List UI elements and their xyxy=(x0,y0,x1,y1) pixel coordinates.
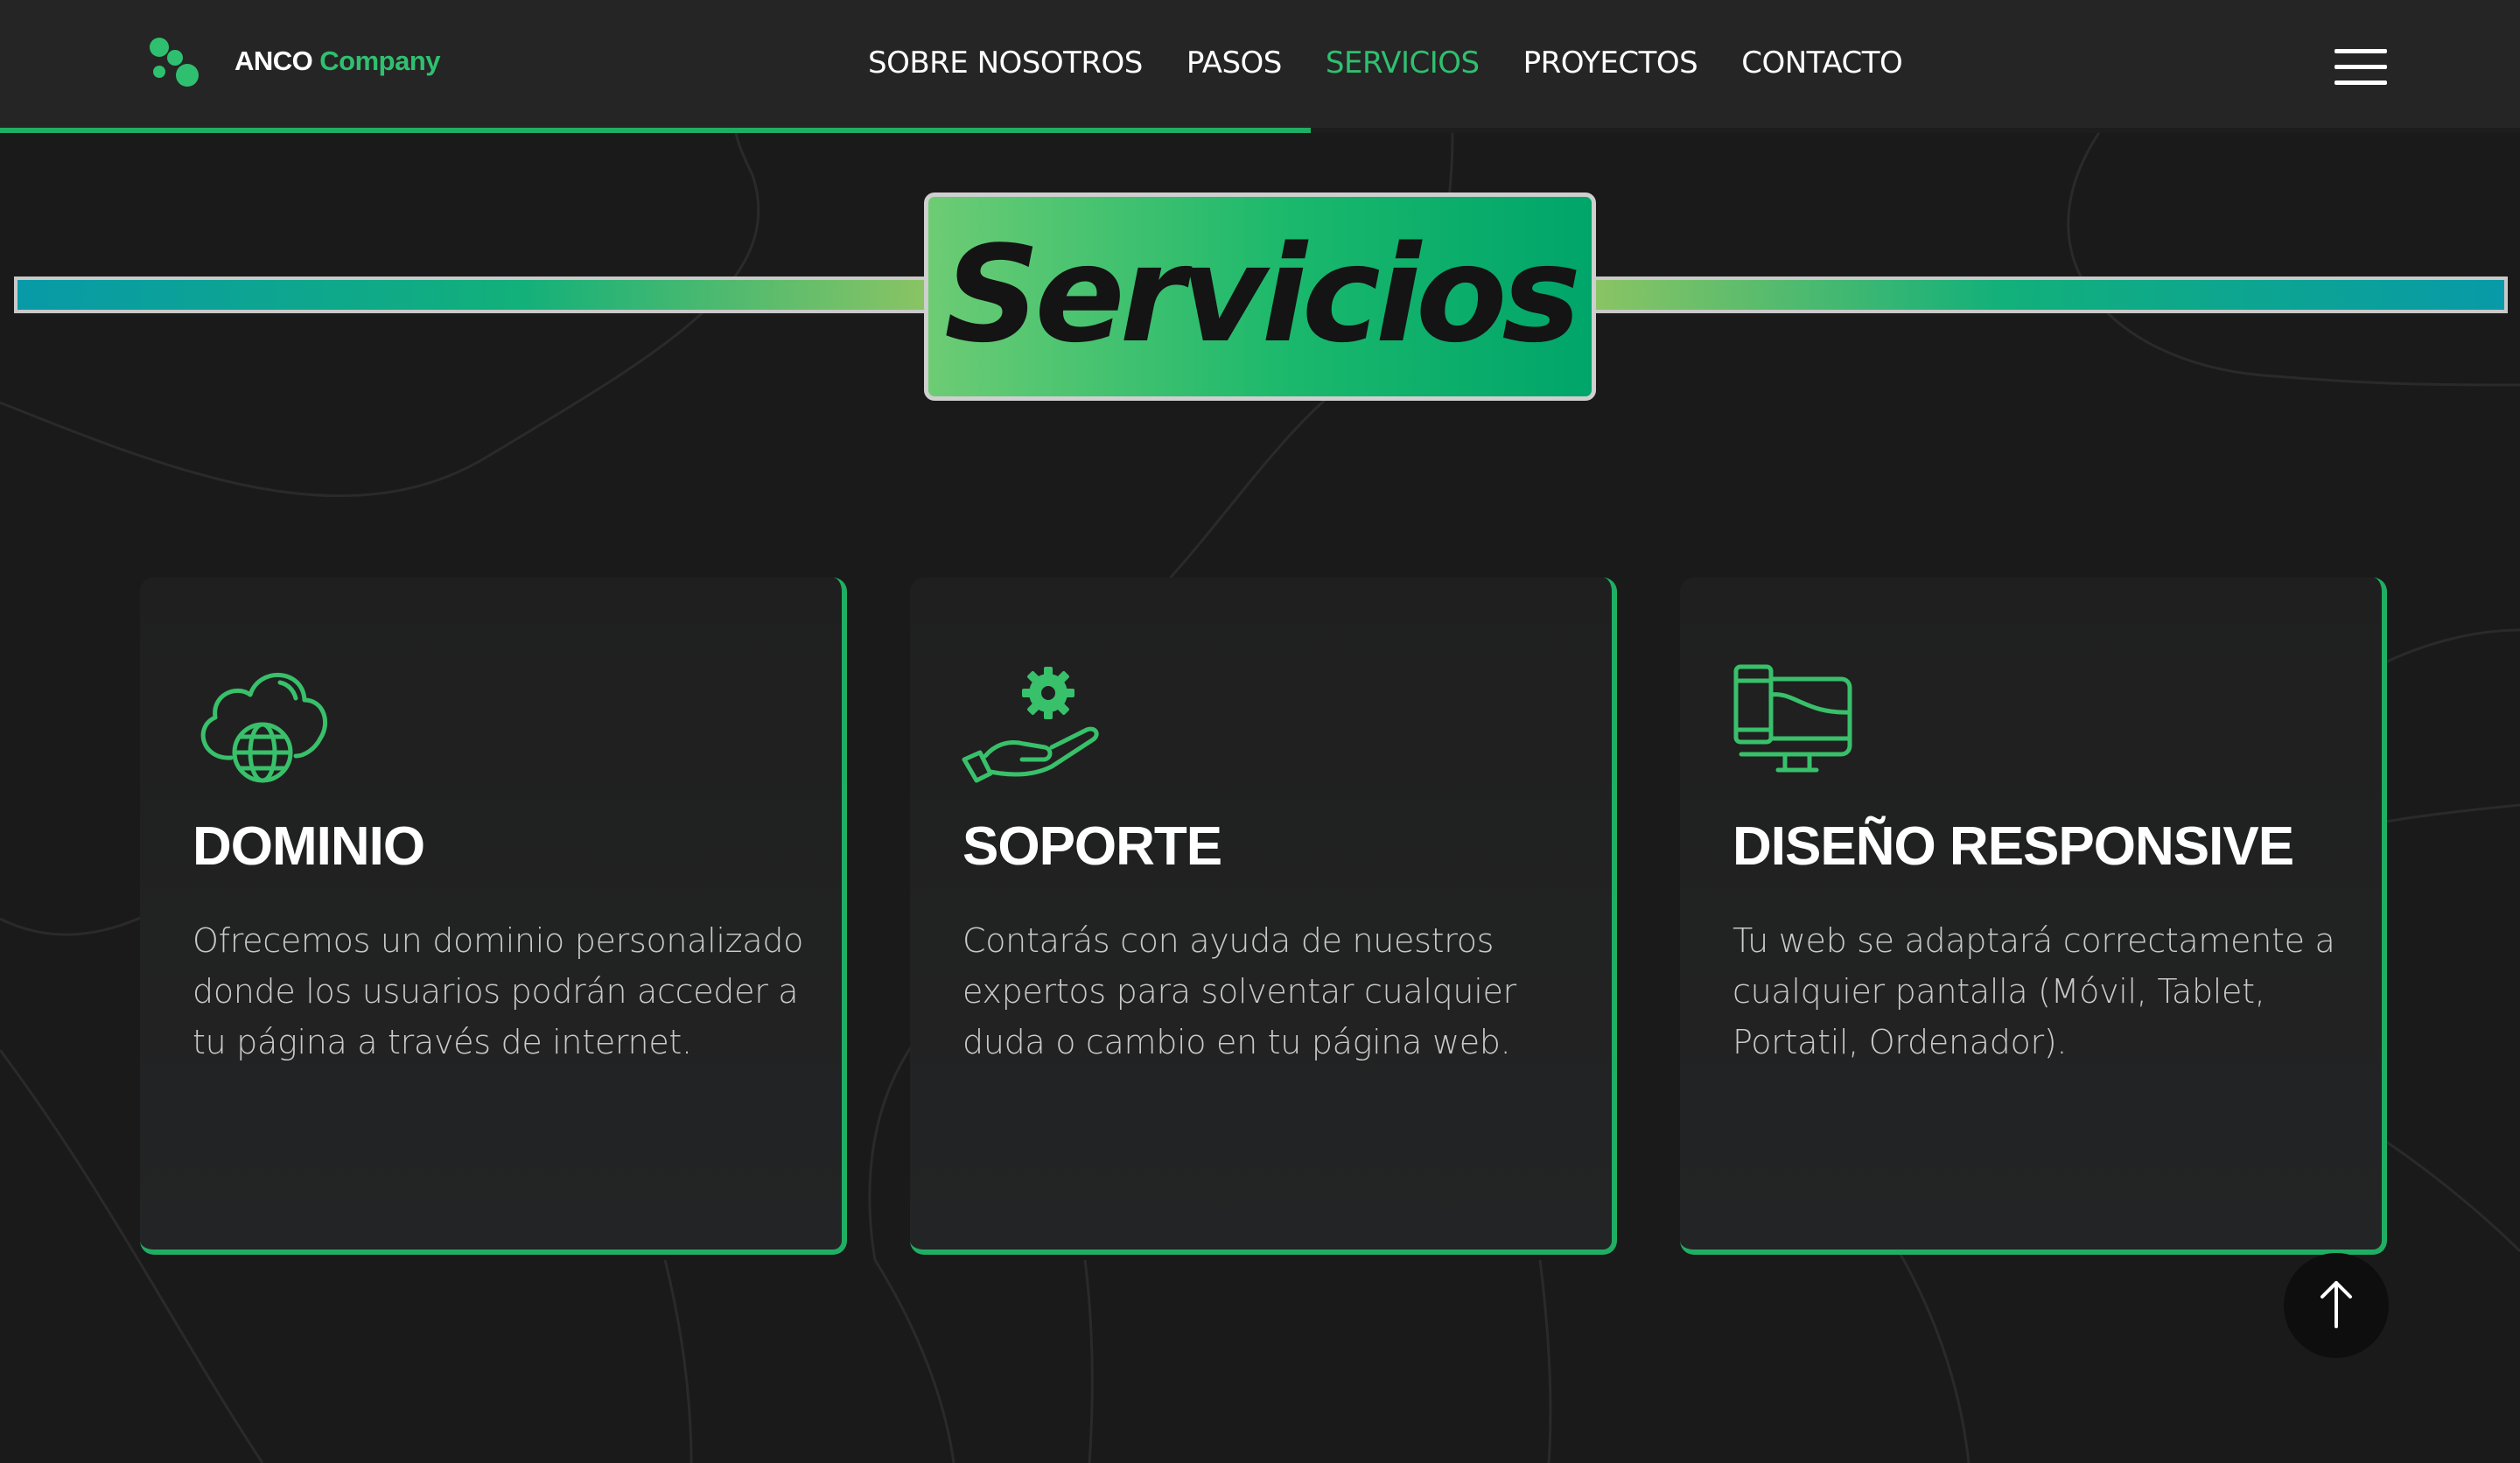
company-logo-icon[interactable] xyxy=(147,35,205,89)
scroll-progress-bar xyxy=(0,128,2520,133)
nav-item-proyectos[interactable]: PROYECTOS xyxy=(1523,42,1698,84)
arrow-up-icon xyxy=(2320,1281,2352,1328)
brand-accent-text: Company xyxy=(319,46,441,76)
section-title-box: Servicios xyxy=(924,192,1596,401)
title-decoration-right xyxy=(1592,276,2508,313)
cloud-globe-icon xyxy=(192,662,332,784)
brand-name[interactable]: ANCO Company xyxy=(234,46,441,77)
card-description: Tu web se adaptará correctamente a cualq… xyxy=(1732,921,2335,1061)
card-description: Ofrecemos un dominio personalizado donde… xyxy=(192,921,804,1061)
nav-item-contacto[interactable]: CONTACTO xyxy=(1741,42,1903,84)
scroll-to-top-button[interactable] xyxy=(2284,1253,2389,1358)
title-decoration-left xyxy=(14,276,929,313)
main-navigation: SOBRE NOSOTROS PASOS SERVICIOS PROYECTOS… xyxy=(868,42,1903,84)
brand-main-text: ANCO xyxy=(234,46,313,76)
card-title: DOMINIO xyxy=(192,816,425,877)
card-title: SOPORTE xyxy=(962,816,1222,877)
scroll-progress-fill xyxy=(0,128,1311,133)
responsive-devices-icon xyxy=(1732,662,1872,784)
nav-item-sobre-nosotros[interactable]: SOBRE NOSOTROS xyxy=(868,42,1143,84)
card-title: DISEÑO RESPONSIVE xyxy=(1732,816,2294,877)
service-card-diseno-responsive: DISEÑO RESPONSIVE Tu web se adaptará cor… xyxy=(1680,578,2387,1255)
service-card-dominio: DOMINIO Ofrecemos un dominio personaliza… xyxy=(140,578,847,1255)
card-description: Contarás con ayuda de nuestros expertos … xyxy=(962,921,1516,1061)
nav-item-pasos[interactable]: PASOS xyxy=(1186,42,1283,84)
hand-gear-icon xyxy=(961,662,1101,784)
navbar: ANCO Company SOBRE NOSOTROS PASOS SERVICI… xyxy=(0,0,2520,130)
hamburger-menu-icon[interactable] xyxy=(2334,49,2387,86)
nav-item-servicios[interactable]: SERVICIOS xyxy=(1326,42,1480,84)
service-card-soporte: SOPORTE Contarás con ayuda de nuestros e… xyxy=(910,578,1617,1255)
section-title: Servicios xyxy=(944,217,1581,372)
